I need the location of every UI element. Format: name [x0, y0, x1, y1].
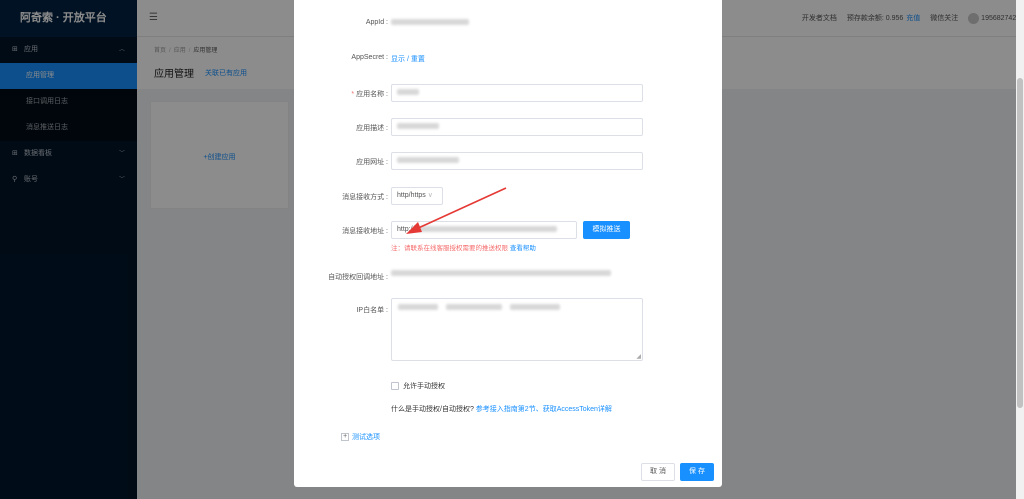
- secret-actions: 显示 / 重置: [391, 54, 425, 64]
- app-name-label-text: 应用名称 :: [356, 91, 388, 98]
- notice: 注：请联系在线客服授权需要的推送权限 查看帮助: [391, 242, 536, 252]
- app-url-input[interactable]: [391, 152, 643, 170]
- app-name-input[interactable]: [391, 84, 643, 102]
- required-mark: *: [351, 91, 355, 98]
- receive-mode-label: 消息接收方式 :: [342, 194, 388, 201]
- auth-callback-label: 自动授权回调地址 :: [328, 274, 388, 281]
- cancel-button[interactable]: 取 消: [641, 463, 675, 481]
- test-options-label: 测试选项: [352, 434, 380, 441]
- chevron-down-icon: ∨: [427, 192, 433, 199]
- receive-mode-value: http/https: [397, 192, 426, 199]
- secret-label: AppSecret :: [351, 54, 388, 61]
- appid-value: [391, 19, 469, 26]
- app-url-label: 应用网址 :: [356, 159, 388, 166]
- appid-label: AppId :: [365, 19, 388, 26]
- checkbox-icon[interactable]: [391, 382, 399, 391]
- notice-text: 注：请联系在线客服授权需要的推送权限: [391, 245, 508, 252]
- receive-url-label: 消息接收地址 :: [342, 228, 388, 235]
- plus-icon: +: [341, 433, 349, 442]
- secret-reset-link[interactable]: 重置: [411, 56, 425, 63]
- help-text: 什么是手动授权/自动授权? 参考接入指南第2节、获取AccessToken详解: [391, 404, 612, 414]
- receive-url-input[interactable]: http://: [391, 221, 577, 239]
- ip-whitelist-textarea[interactable]: ◢: [391, 298, 643, 361]
- scrollbar-thumb[interactable]: [1017, 78, 1023, 408]
- help-guide-link[interactable]: 参考接入指南第2节、获取AccessToken详解: [476, 406, 612, 413]
- secret-show-link[interactable]: 显示: [391, 56, 405, 63]
- resize-handle-icon[interactable]: ◢: [636, 353, 641, 360]
- test-options-toggle[interactable]: + 测试选项: [341, 432, 380, 442]
- help-question: 什么是手动授权/自动授权?: [391, 406, 474, 413]
- app-desc-input[interactable]: [391, 118, 643, 136]
- manual-auth-checkbox[interactable]: 允许手动授权: [391, 381, 445, 391]
- ip-whitelist-label: IP白名单 :: [356, 307, 388, 314]
- scrollbar[interactable]: [1016, 0, 1024, 499]
- receive-mode-select[interactable]: http/https ∨: [391, 187, 443, 205]
- manual-auth-label: 允许手动授权: [403, 383, 445, 390]
- app-desc-label: 应用描述 :: [356, 125, 388, 132]
- auth-callback-value: [391, 270, 611, 277]
- receive-url-value: http://: [397, 226, 415, 233]
- notice-help-link[interactable]: 查看帮助: [510, 245, 536, 252]
- app-edit-dialog: AppId : AppSecret : 显示 / 重置 * 应用名称 : 应用描述…: [294, 0, 722, 487]
- secret-separator: /: [406, 56, 409, 63]
- simulate-push-button[interactable]: 模拟推送: [583, 221, 630, 239]
- app-name-label: * 应用名称 :: [351, 89, 388, 99]
- save-button[interactable]: 保 存: [680, 463, 714, 481]
